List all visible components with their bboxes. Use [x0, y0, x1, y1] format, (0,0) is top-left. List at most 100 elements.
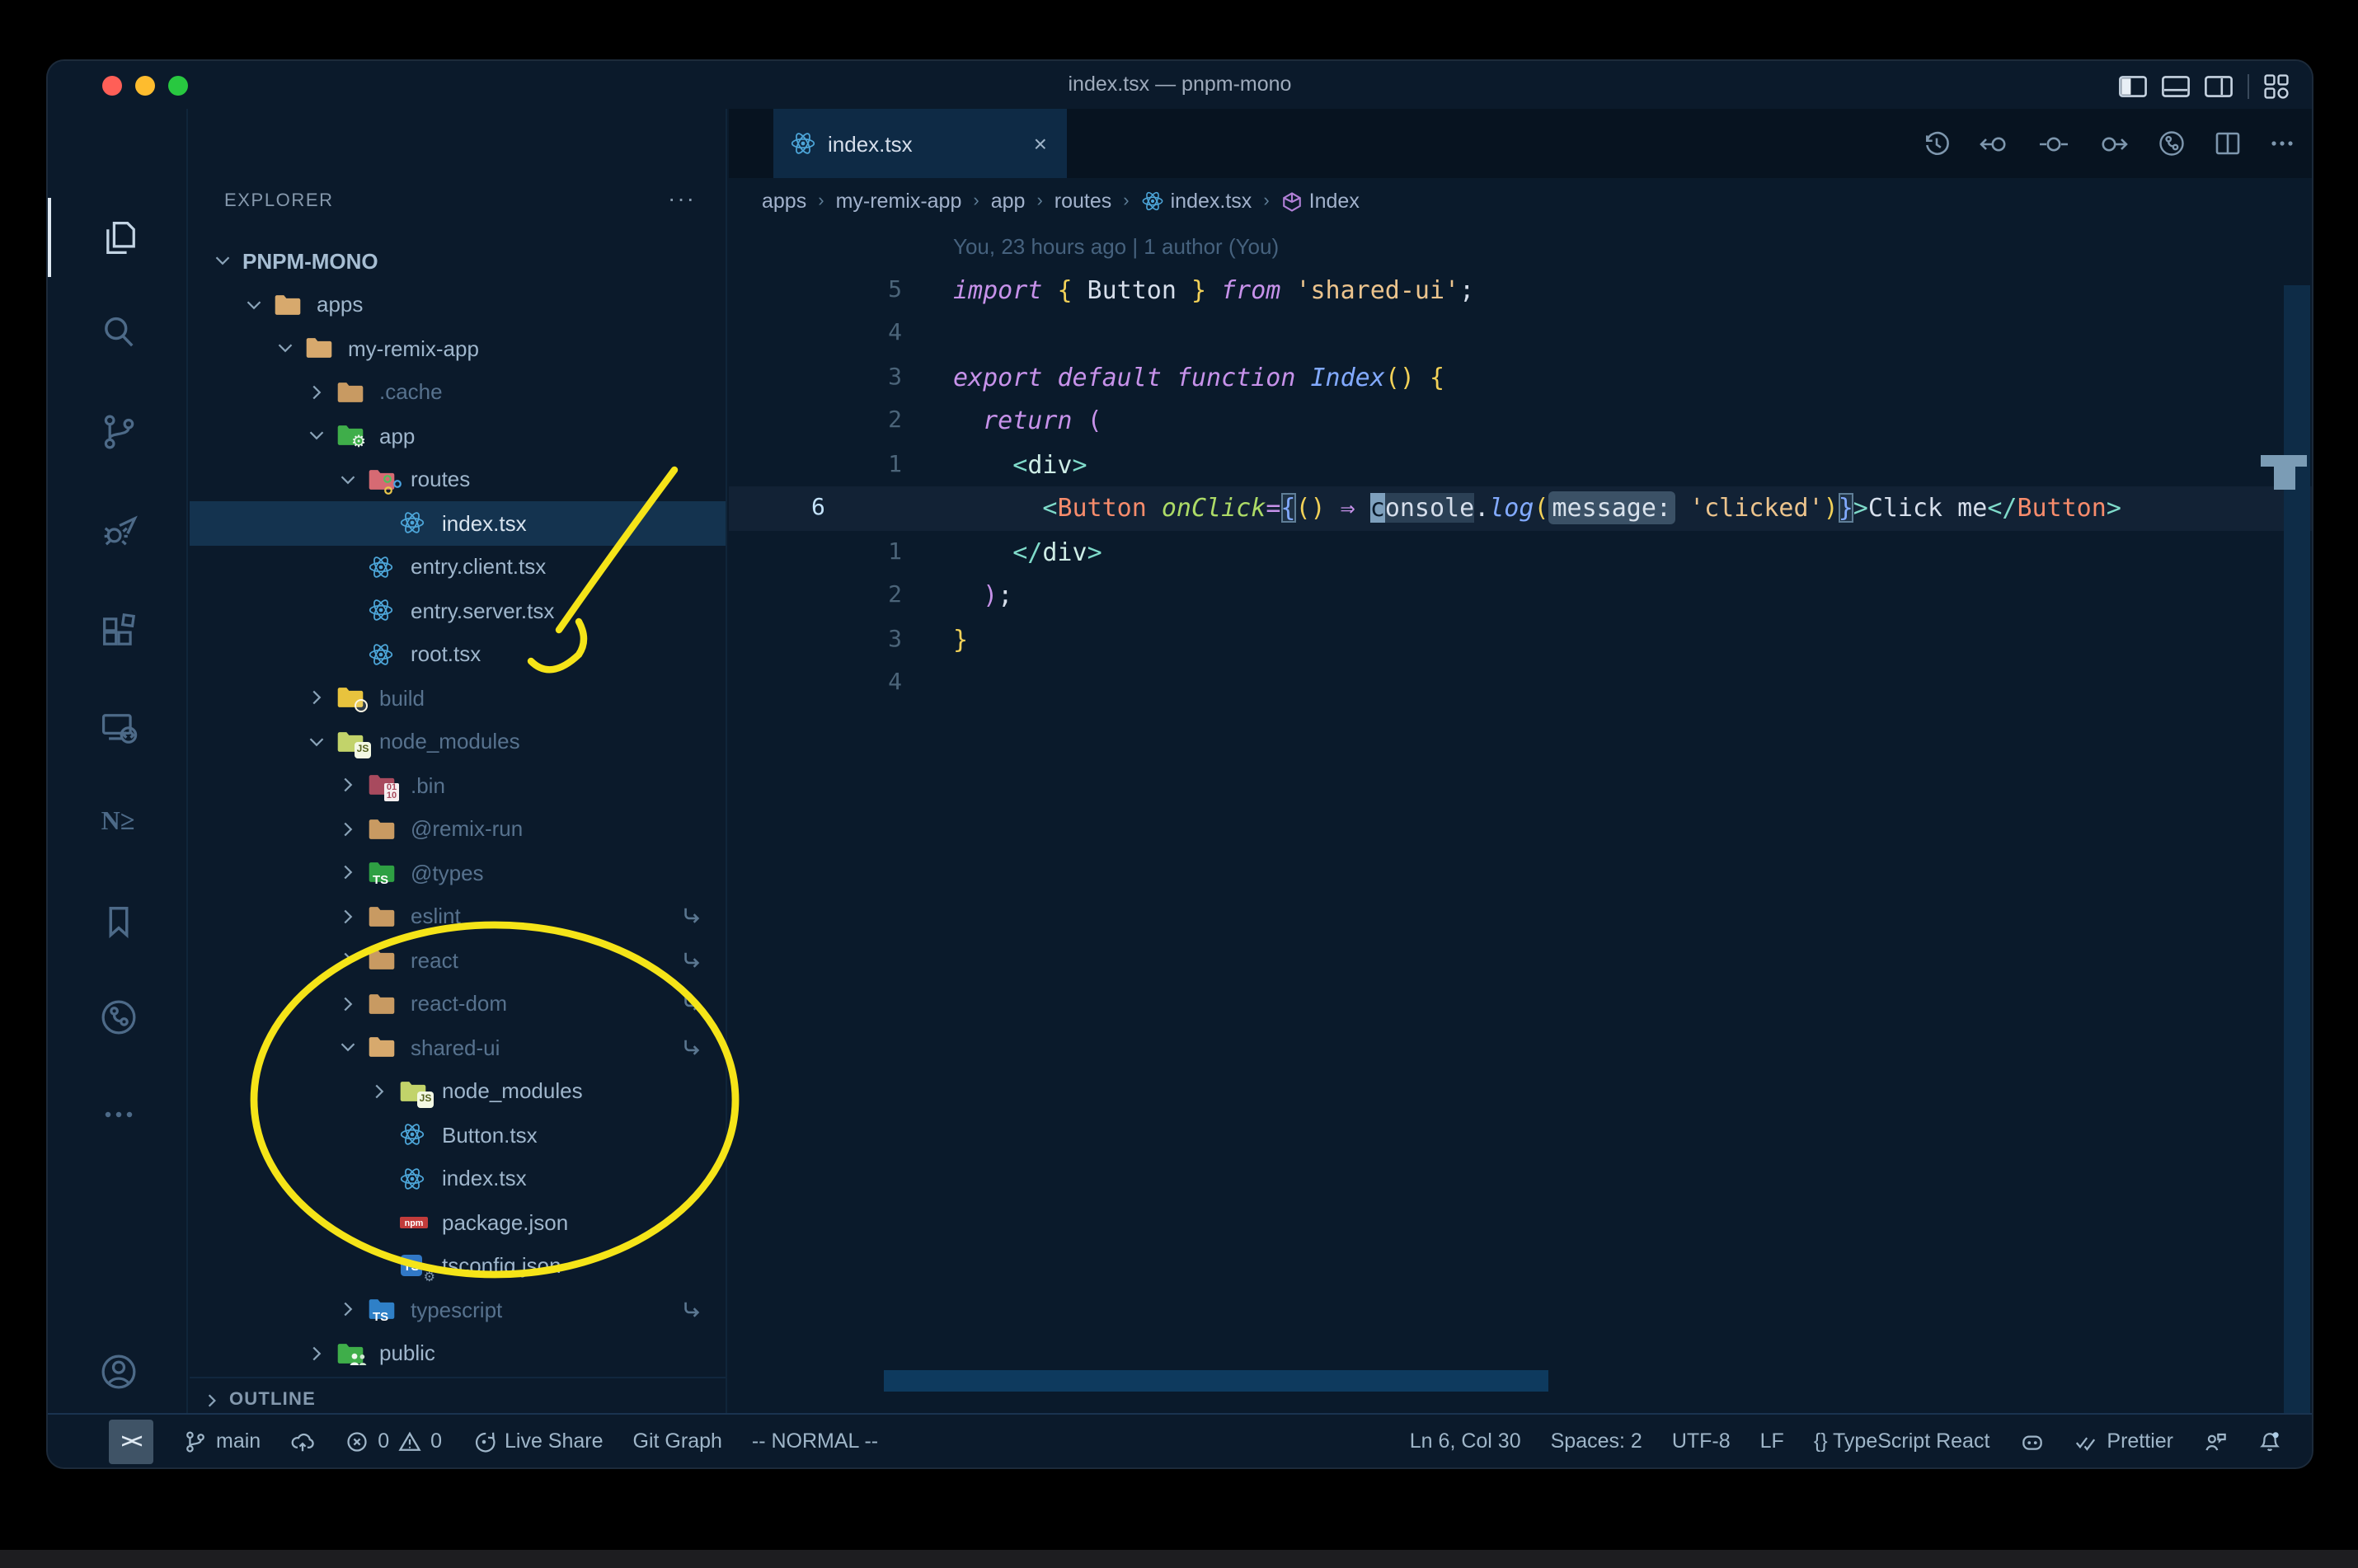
tree-item-label: public — [379, 1340, 435, 1366]
toggle-sidebar-icon[interactable] — [2119, 75, 2147, 96]
previous-change-icon[interactable] — [1979, 131, 2010, 156]
status-feedback[interactable] — [2203, 1429, 2228, 1453]
explorer-more-icon[interactable]: ··· — [668, 185, 696, 211]
tree-item-package-json[interactable]: npm package.json — [190, 1200, 726, 1244]
tree-item-apps[interactable]: apps — [190, 283, 726, 326]
status-copilot[interactable] — [2019, 1429, 2044, 1453]
tree-item-entry-server-tsx[interactable]: entry.server.tsx — [190, 589, 726, 632]
tree-item-label: Button.tsx — [442, 1122, 538, 1148]
toggle-secondary-sidebar-icon[interactable] — [2205, 75, 2233, 96]
tree-item-root-tsx[interactable]: root.tsx — [190, 632, 726, 676]
tree-item-entry-client-tsx[interactable]: entry.client.tsx — [190, 545, 726, 589]
code-editor[interactable]: You, 23 hours ago | 1 author (You) 5 impor… — [729, 224, 2312, 1370]
tsconfig-file-icon: TS ⚙ — [399, 1252, 435, 1284]
activity-run-debug[interactable] — [48, 491, 188, 570]
tree-item-button-tsx[interactable]: Button.tsx — [190, 1113, 726, 1157]
title-bar: index.tsx — pnpm-mono — [48, 61, 2312, 109]
activity-source-control[interactable] — [48, 392, 188, 472]
tree-item-eslint[interactable]: eslint — [190, 894, 726, 938]
close-tab-icon[interactable]: × — [1031, 130, 1050, 157]
tree-item-index-tsx[interactable]: index.tsx — [190, 1157, 726, 1200]
tree-item-build[interactable]: build — [190, 676, 726, 720]
remote-indicator[interactable]: >< — [109, 1419, 153, 1463]
tree-item-routes[interactable]: routes — [190, 458, 726, 501]
status-notifications[interactable] — [2257, 1429, 2282, 1453]
breadcrumb-app[interactable]: app — [991, 190, 1026, 213]
react-file-icon — [399, 1165, 430, 1193]
more-actions-icon[interactable] — [2269, 130, 2295, 157]
chevron-icon — [359, 1083, 399, 1100]
status-label: {} TypeScript React — [1813, 1430, 1990, 1453]
breadcrumb-my-remix-app[interactable]: my-remix-app — [836, 190, 962, 213]
tree-item-typescript[interactable]: TS typescript — [190, 1288, 726, 1331]
horizontal-scrollbar[interactable] — [884, 1370, 1548, 1392]
tree-item-node-modules[interactable]: JS node_modules — [190, 720, 726, 763]
tree-item-tsconfig-json[interactable]: TS ⚙ tsconfig.json — [190, 1244, 726, 1288]
status-prettier[interactable]: Prettier — [2074, 1429, 2173, 1453]
tree-item-label: build — [379, 685, 425, 711]
activity-explorer[interactable] — [48, 198, 188, 277]
activity-search[interactable] — [48, 293, 188, 373]
tree-item-label: react — [411, 947, 458, 973]
split-editor-icon[interactable] — [2215, 130, 2241, 157]
folder-icon — [368, 466, 402, 495]
tree-item-my-remix-app[interactable]: my-remix-app — [190, 326, 726, 370]
activity-bar: N≥ ⚙ 1 — [48, 109, 188, 1467]
activity-bookmarks[interactable] — [48, 882, 188, 961]
status-git-branch[interactable]: main — [183, 1429, 261, 1453]
breadcrumb-label: Index — [1308, 190, 1360, 213]
tree-item-label: index.tsx — [442, 1166, 527, 1191]
line-number: 3 — [888, 364, 902, 390]
timeline-icon[interactable] — [1923, 129, 1951, 157]
activity-extensions[interactable] — [48, 592, 188, 671]
breadcrumb-apps[interactable]: apps — [762, 190, 806, 213]
status-git-graph[interactable]: Git Graph — [633, 1430, 722, 1453]
status-encoding[interactable]: UTF-8 — [1672, 1430, 1731, 1453]
breadcrumb-routes[interactable]: routes — [1055, 190, 1112, 213]
code-text: import { Button } from 'shared-ui'; — [953, 275, 1475, 304]
tree-item-label: tsconfig.json — [442, 1253, 561, 1279]
code-text: </div> — [1012, 537, 1102, 566]
toggle-panel-icon[interactable] — [2162, 75, 2190, 96]
status-problems[interactable]: 00 — [345, 1429, 442, 1453]
status-vim-mode[interactable]: -- NORMAL -- — [752, 1430, 878, 1453]
tree-item-public[interactable]: public — [190, 1331, 726, 1375]
activity-more[interactable] — [48, 1075, 188, 1154]
tab-index-tsx[interactable]: index.tsx × — [773, 109, 1067, 178]
tree-item-react[interactable]: react — [190, 938, 726, 982]
status-sync-changes[interactable] — [290, 1429, 315, 1453]
svg-text:TS: TS — [403, 1261, 419, 1275]
chevron-icon — [297, 1345, 336, 1362]
tree-item--types[interactable]: TS @types — [190, 851, 726, 894]
activity-git-graph[interactable] — [48, 978, 188, 1057]
next-change-icon[interactable] — [2097, 131, 2129, 156]
tree-item-react-dom[interactable]: react-dom — [190, 982, 726, 1026]
status-label: 0 — [378, 1430, 390, 1453]
change-icon[interactable] — [2038, 131, 2069, 156]
status-eol[interactable]: LF — [1760, 1430, 1784, 1453]
code-line: 2 ); — [729, 574, 2312, 617]
tree-item-index-tsx[interactable]: index.tsx — [190, 501, 726, 545]
status-cursor-position[interactable]: Ln 6, Col 30 — [1410, 1430, 1521, 1453]
breadcrumb-index-tsx[interactable]: index.tsx — [1141, 190, 1252, 213]
folder-icon — [274, 291, 305, 319]
tree-item-shared-ui[interactable]: shared-ui — [190, 1026, 726, 1069]
customize-layout-icon[interactable] — [2264, 73, 2289, 98]
status-indentation[interactable]: Spaces: 2 — [1551, 1430, 1642, 1453]
status-language-mode[interactable]: {} TypeScript React — [1814, 1430, 1990, 1453]
tree-item--remix-run[interactable]: @remix-run — [190, 807, 726, 851]
tree-item-label: app — [379, 423, 416, 448]
activity-account[interactable] — [48, 1332, 188, 1411]
tree-item-node-modules[interactable]: JS node_modules — [190, 1069, 726, 1113]
status-live-share[interactable]: Live Share — [472, 1429, 604, 1453]
activity-nx-console[interactable]: N≥ — [48, 783, 188, 862]
tree-item--cache[interactable]: .cache — [190, 370, 726, 414]
activity-remote-explorer[interactable] — [48, 689, 188, 768]
git-graph-icon[interactable] — [2157, 129, 2187, 158]
folder-icon: JS — [336, 728, 371, 759]
breadcrumb-index[interactable]: Index — [1281, 190, 1360, 213]
tree-item-pnpm-mono[interactable]: PNPM-MONO — [190, 239, 726, 283]
tree-item--bin[interactable]: 01 10 .bin — [190, 763, 726, 807]
npm-file-icon: npm — [399, 1209, 430, 1237]
tree-item-app[interactable]: ⚙ app — [190, 414, 726, 458]
